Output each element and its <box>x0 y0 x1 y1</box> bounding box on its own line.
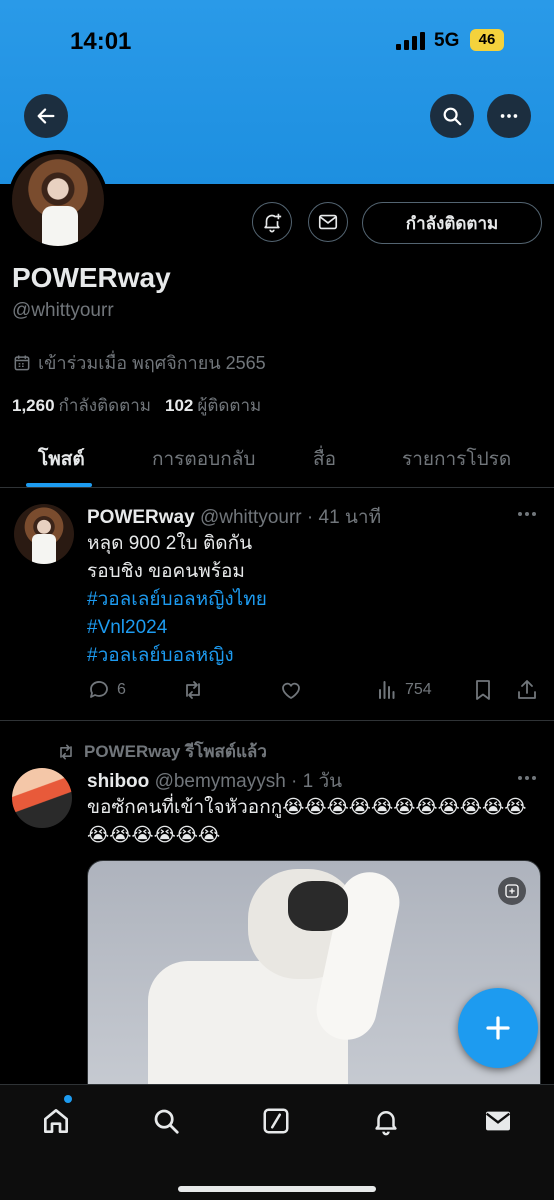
tweet-header: POWERway @whittyourr · 41 นาที <box>87 502 381 532</box>
home-icon <box>44 1109 68 1133</box>
tab-likes[interactable]: รายการโปรด <box>402 444 511 474</box>
tweet-avatar[interactable] <box>12 768 72 828</box>
retweet-icon <box>186 681 200 699</box>
like-button[interactable] <box>279 678 303 702</box>
tweet-more-icon[interactable] <box>518 776 542 782</box>
bell-plus-icon <box>264 213 282 233</box>
home-indicator <box>178 1186 376 1192</box>
nav-search[interactable] <box>146 1101 186 1141</box>
more-button[interactable] <box>487 94 531 138</box>
search-icon <box>154 1109 179 1134</box>
gif-badge-icon <box>498 877 526 905</box>
network-type: 5G <box>434 30 460 51</box>
hashtag-link[interactable]: #Vnl2024 <box>87 614 167 642</box>
display-name: POWERway <box>12 262 171 293</box>
followers-stat[interactable]: 102 ผู้ติดตาม <box>165 392 261 419</box>
mail-icon <box>318 214 338 230</box>
tab-replies[interactable]: การตอบกลับ <box>152 444 255 474</box>
active-tab-indicator <box>26 483 92 487</box>
tweet-text-line: หลุด 900 2ใบ ติดกัน <box>87 533 253 554</box>
share-icon <box>518 680 536 699</box>
tweet-media[interactable] <box>87 860 541 1100</box>
profile-handle: @whittyourr <box>12 300 114 321</box>
views-count: 754 <box>405 681 432 698</box>
compose-button[interactable] <box>458 988 538 1068</box>
hashtag-link[interactable]: #วอลเลย์บอลหญิงไทย <box>87 586 267 614</box>
joined-text: เข้าร่วมเมื่อ พฤศจิกายน 2565 <box>38 353 266 373</box>
retweet-indicator: POWERway รีโพสต์แล้ว <box>56 738 267 765</box>
reply-icon <box>90 681 108 698</box>
plus-icon <box>486 1016 510 1040</box>
tweet-author-name[interactable]: POWERway <box>87 507 195 528</box>
tweet-more-icon[interactable] <box>518 512 542 518</box>
hashtag-link[interactable]: #วอลเลย์บอลหญิง <box>87 642 234 670</box>
tweet-meta: @bemymayysh · 1 วัน <box>154 771 343 792</box>
bookmark-icon <box>476 680 490 700</box>
nav-notifications[interactable] <box>366 1101 406 1141</box>
tweet-text-line: รอบชิง ขอคนพร้อม <box>87 561 245 582</box>
messages-icon <box>485 1111 511 1131</box>
retweet-label[interactable]: POWERway รีโพสต์แล้ว <box>84 738 267 765</box>
tweet-header: shiboo @bemymayysh · 1 วัน <box>87 766 342 796</box>
tweet-author-name[interactable]: shiboo <box>87 771 149 792</box>
like-icon <box>282 682 300 699</box>
bookmark-button[interactable] <box>471 678 495 702</box>
back-button[interactable] <box>24 94 68 138</box>
tweet-avatar[interactable] <box>14 504 74 564</box>
follow-stats: 1,260 กำลังติดตาม 102 ผู้ติดตาม <box>12 392 261 419</box>
views-button[interactable]: 754 <box>375 678 432 702</box>
notify-button[interactable] <box>252 202 292 242</box>
signal-icon <box>396 32 426 50</box>
search-button[interactable] <box>430 94 474 138</box>
back-arrow-icon <box>37 108 55 124</box>
home-notification-dot <box>64 1095 72 1103</box>
profile-tabs: โพสต์ การตอบกลับ สื่อ รายการโปรด <box>0 432 554 488</box>
nav-messages[interactable] <box>478 1101 518 1141</box>
tab-posts[interactable]: โพสต์ <box>38 444 85 474</box>
retweet-icon <box>60 744 72 759</box>
views-icon <box>379 681 395 699</box>
tweet-actions: 6 754 <box>87 678 547 702</box>
more-icon <box>500 114 518 118</box>
profile-avatar[interactable] <box>8 150 108 250</box>
bottom-navigation <box>0 1084 554 1200</box>
calendar-icon <box>14 355 30 370</box>
following-button[interactable]: กำลังติดตาม <box>362 202 542 244</box>
battery-level: 46 <box>470 29 504 51</box>
tweet-meta: @whittyourr · 41 นาที <box>199 507 382 528</box>
tweet-divider <box>0 720 554 721</box>
nav-grok[interactable] <box>256 1101 296 1141</box>
joined-date: เข้าร่วมเมื่อ พฤศจิกายน 2565 <box>12 348 266 377</box>
search-icon <box>443 107 462 126</box>
grok-icon <box>263 1108 289 1134</box>
tweet-text: ขอซักคนที่เข้าใจหัวอกกู😭😭😭😭😭😭😭😭😭😭😭😭😭😭😭😭😭 <box>87 797 527 846</box>
following-stat[interactable]: 1,260 กำลังติดตาม <box>12 392 151 419</box>
tab-media[interactable]: สื่อ <box>313 444 336 474</box>
retweet-button[interactable] <box>181 678 205 702</box>
status-bar: 14:01 5G 46 <box>0 0 554 84</box>
status-time: 14:01 <box>70 28 132 55</box>
reply-button[interactable]: 6 <box>87 678 126 702</box>
share-button[interactable] <box>515 678 539 702</box>
nav-home[interactable] <box>36 1101 76 1141</box>
message-button[interactable] <box>308 202 348 242</box>
notifications-icon <box>375 1111 397 1136</box>
reply-count: 6 <box>117 681 126 698</box>
